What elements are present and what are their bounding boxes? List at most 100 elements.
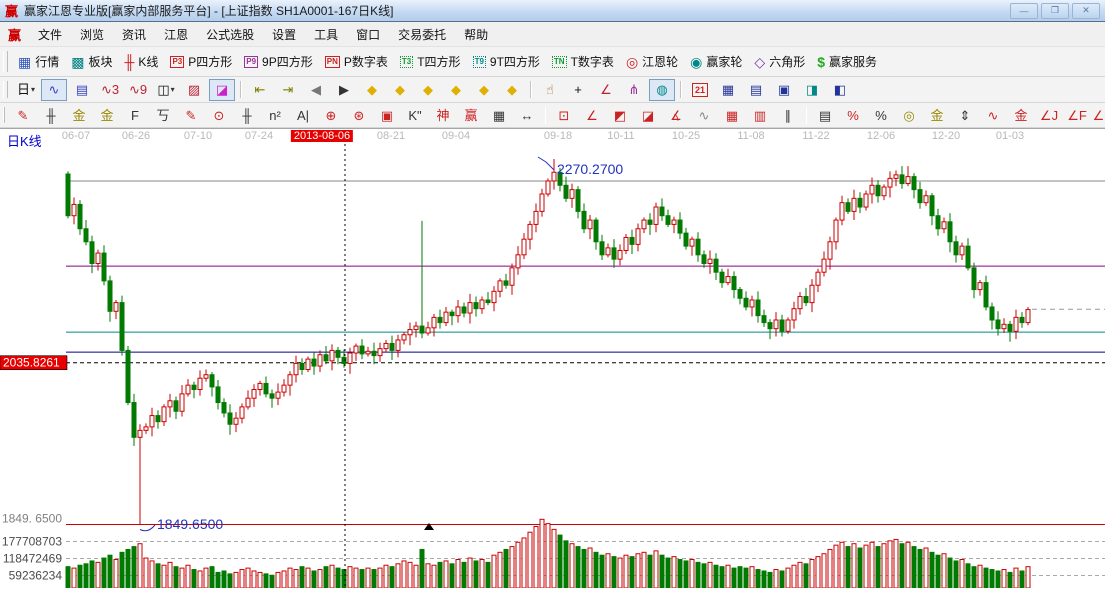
shade-fan-1-button[interactable]: ◩ [607, 104, 633, 126]
percent-slash-button[interactable]: % [840, 104, 866, 126]
toolbar-button-9t-square[interactable]: T99T四方形 [473, 53, 540, 70]
skip-last-button[interactable]: ⇥ [275, 79, 301, 101]
gold-square-1-button[interactable]: 金 [66, 104, 92, 126]
menu-item[interactable]: 交易委托 [389, 24, 455, 45]
gold-levels-button[interactable]: 金 [924, 104, 950, 126]
vertical-pen-button[interactable]: ⇕ [952, 104, 978, 126]
gann-shape-tool-button[interactable]: ⋔ [621, 79, 647, 101]
delete-line-tool-button[interactable]: ∠ [593, 79, 619, 101]
date-tick[interactable]: 07-10 [184, 130, 212, 142]
date-tick[interactable]: 06-26 [122, 130, 150, 142]
zoom-right-button[interactable]: ◆ [387, 79, 413, 101]
gold-underline-button[interactable]: 金 [1008, 104, 1034, 126]
date-tick[interactable]: 11-22 [802, 130, 829, 142]
clock-24-button[interactable]: ⊙ [206, 104, 232, 126]
menu-item[interactable]: 浏览 [71, 24, 113, 45]
angle-j-button[interactable]: ∠J [1036, 104, 1062, 126]
report-button[interactable]: ▤ [743, 79, 769, 101]
gold-square-2-button[interactable]: 金 [94, 104, 120, 126]
info-panel-button[interactable]: ▤ [69, 79, 95, 101]
chart-area[interactable]: 2270.27001849.65001849. 6500177708703118… [0, 144, 1105, 588]
angle-gold-button[interactable]: ∠金 [1092, 104, 1105, 126]
save-button[interactable]: ▣ [771, 79, 797, 101]
measure-width-button[interactable]: ↔ [514, 104, 540, 126]
date-tick[interactable]: 10-25 [672, 130, 700, 142]
wave-9-button[interactable]: ∿9 [125, 79, 151, 101]
date-tick[interactable]: 06-07 [62, 130, 90, 142]
zigzag-overlay-button[interactable]: ∿ [41, 79, 67, 101]
target-circle-button[interactable]: ⊕ [318, 104, 344, 126]
date-tick[interactable]: 10-11 [607, 130, 634, 142]
toolbar-button-p-number-table[interactable]: PNP数字表 [325, 53, 388, 70]
f-grid-button[interactable]: F [122, 104, 148, 126]
calculator-button[interactable]: ▦ [715, 79, 741, 101]
bow-tool-button[interactable]: 丂 [150, 104, 176, 126]
toolbar-button-gann-wheel[interactable]: ◎江恩轮 [626, 53, 678, 70]
candle-width-dropdown-arrow[interactable]: ▾ [171, 86, 175, 94]
comb-2-button[interactable]: ╫ [234, 104, 260, 126]
date-tick[interactable]: 12-06 [867, 130, 895, 142]
candle-width-button[interactable]: ◫▾ [153, 79, 179, 101]
toolbar-button-9p-square[interactable]: P99P四方形 [244, 53, 312, 70]
mdi-child-icon[interactable]: 赢 [8, 25, 21, 44]
toolbar-button-sectors[interactable]: ▩板块 [71, 53, 112, 70]
menu-item[interactable]: 工具 [305, 24, 347, 45]
gold-circle-button[interactable]: ◎ [896, 104, 922, 126]
net-sync-button[interactable]: ◨ [799, 79, 825, 101]
date-tick[interactable]: 11-08 [737, 130, 764, 142]
date-tick[interactable]: 07-24 [245, 130, 273, 142]
percent-table-button[interactable]: ▤ [812, 104, 838, 126]
percent-plain-button[interactable]: % [868, 104, 894, 126]
win-logo-tool-button[interactable]: 赢 [458, 104, 484, 126]
hand-tool-button[interactable]: ☝ [537, 79, 563, 101]
red-grid-button[interactable]: ▦ [719, 104, 745, 126]
maximize-button[interactable]: ❐ [1041, 3, 1069, 19]
parallel-lines-button[interactable]: ∥ [775, 104, 801, 126]
date-tick[interactable]: 08-21 [377, 130, 405, 142]
date-tick[interactable]: 09-18 [544, 130, 572, 142]
wave-box-button[interactable]: ∿ [980, 104, 1006, 126]
date-tick[interactable]: 12-20 [932, 130, 960, 142]
kline-chart-canvas[interactable]: 2270.27001849.65001849. 6500177708703118… [0, 144, 1105, 588]
grid-comb-button[interactable]: ╫ [38, 104, 64, 126]
shade-fan-2-button[interactable]: ◪ [635, 104, 661, 126]
wave-line-button[interactable]: ∿ [691, 104, 717, 126]
menu-item[interactable]: 文件 [29, 24, 71, 45]
color-chart-button[interactable]: ◪ [209, 79, 235, 101]
toolbar-button-hexagon[interactable]: ◇六角形 [754, 53, 805, 70]
toolbar-button-t-number-table[interactable]: TNT数字表 [552, 53, 614, 70]
minimize-button[interactable]: — [1010, 3, 1038, 19]
zoom-both-button[interactable]: ◆ [415, 79, 441, 101]
red-brush-button[interactable]: ✎ [178, 104, 204, 126]
date-tick-selected[interactable]: 2013-08-06 [291, 130, 353, 142]
menu-item[interactable]: 江恩 [155, 24, 197, 45]
crosshair-tool-button[interactable]: + [565, 79, 591, 101]
expand-right-button[interactable]: ◆ [471, 79, 497, 101]
menu-item[interactable]: 公式选股 [197, 24, 263, 45]
shen-tool-button[interactable]: 神 [430, 104, 456, 126]
skip-first-button[interactable]: ⇤ [247, 79, 273, 101]
zoom-left-button[interactable]: ◆ [359, 79, 385, 101]
expand-both-button[interactable]: ◆ [499, 79, 525, 101]
toolbar-button-t-square[interactable]: T3T四方形 [400, 53, 461, 70]
toolbar-button-p-square[interactable]: P3P四方形 [170, 53, 232, 70]
date-tick[interactable]: 01-03 [996, 130, 1024, 142]
smart-analysis-button[interactable]: ◍ [649, 79, 675, 101]
calendar-button[interactable]: 21 [687, 79, 713, 101]
menu-item[interactable]: 设置 [263, 24, 305, 45]
a-line-button[interactable]: A| [290, 104, 316, 126]
grid-123-button[interactable]: ▦ [486, 104, 512, 126]
angle-f-button[interactable]: ∠F [1064, 104, 1090, 126]
box-drag-button[interactable]: ⊡ [551, 104, 577, 126]
close-button[interactable]: ✕ [1072, 3, 1100, 19]
angle-lines-button[interactable]: ∡ [663, 104, 689, 126]
date-tick[interactable]: 09-04 [442, 130, 470, 142]
menu-item[interactable]: 资讯 [113, 24, 155, 45]
page-next-button[interactable]: ▶ [331, 79, 357, 101]
pattern-mark-button[interactable]: ▨ [181, 79, 207, 101]
expand-left-button[interactable]: ◆ [443, 79, 469, 101]
red-grid-drop-button[interactable]: ▥ [747, 104, 773, 126]
wave-3-button[interactable]: ∿3 [97, 79, 123, 101]
n-squared-button[interactable]: n² [262, 104, 288, 126]
boxed-star-button[interactable]: ▣ [374, 104, 400, 126]
